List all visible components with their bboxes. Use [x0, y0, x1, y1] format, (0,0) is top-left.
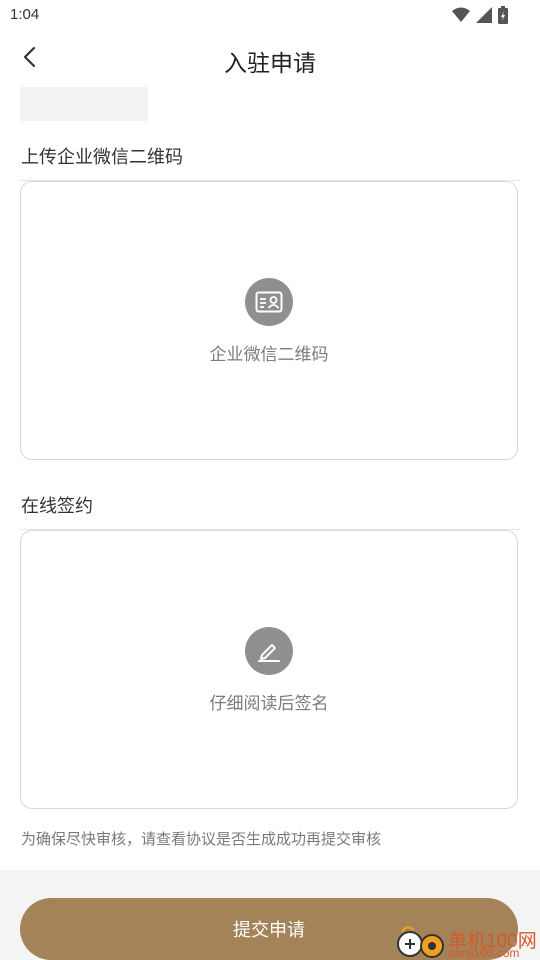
- id-card-icon: [245, 278, 293, 326]
- signal-icon: [476, 7, 492, 27]
- page-title: 入驻申请: [224, 51, 316, 77]
- qrcode-upload-text: 企业微信二维码: [209, 345, 329, 365]
- pen-icon: [245, 627, 293, 675]
- placeholder-strip: [20, 87, 148, 121]
- nav-bar: 入驻申请: [0, 36, 540, 82]
- status-time: 1:04: [10, 6, 40, 23]
- watermark-logo-icon: [397, 926, 444, 958]
- signature-text: 仔细阅读后签名: [209, 694, 329, 714]
- signature-content: 仔细阅读后签名: [21, 627, 517, 714]
- qrcode-upload-content: 企业微信二维码: [21, 278, 517, 365]
- notice-text: 为确保尽快审核，请查看协议是否生成成功再提交审核: [21, 830, 382, 848]
- signature-box[interactable]: 仔细阅读后签名: [20, 530, 518, 809]
- status-bar: 1:04: [0, 0, 540, 32]
- qrcode-section-label: 上传企业微信二维码: [21, 147, 183, 168]
- battery-icon: [498, 6, 508, 28]
- watermark: 单机100网 danji100.com: [390, 912, 540, 960]
- sign-section-label: 在线签约: [21, 496, 93, 517]
- wifi-icon: [452, 7, 470, 27]
- qrcode-upload-box[interactable]: 企业微信二维码: [20, 181, 518, 460]
- status-icons: [452, 6, 508, 28]
- watermark-text-en: danji100.com: [448, 946, 520, 960]
